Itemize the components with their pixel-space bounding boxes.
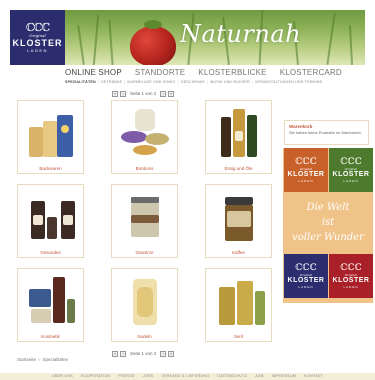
footer-jobs[interactable]: JOBS — [143, 373, 154, 380]
promo-slogan: Die Welt ist voller Wunder — [292, 202, 364, 243]
nav-klostercard[interactable]: KLOSTERCARD — [280, 68, 342, 80]
breadcrumb-home[interactable]: Startseite — [17, 357, 36, 362]
essig-image — [211, 105, 267, 161]
kloster-logo-navy: ℂℂℂ Original KLOSTER LADEN — [284, 254, 328, 298]
subnav-musik[interactable]: MUSIK UND BÜCHER — [210, 80, 250, 88]
product-label: Kaffee — [232, 250, 245, 255]
logo-name: KLOSTER — [12, 38, 63, 48]
kloster-logo-red: ℂℂℂ Original KLOSTER LADEN — [329, 254, 373, 298]
strawberry-image — [130, 20, 176, 65]
pager-bottom: « ‹ Seite 1 von 2 › » — [112, 350, 175, 357]
subnav-veranstaltungen[interactable]: VERANSTALTUNGEN UND TERMINE — [255, 80, 322, 88]
footer-kooperation[interactable]: KOOPERATION — [81, 373, 110, 380]
product-label: Senf — [233, 334, 244, 339]
product-card-kaffee[interactable]: Kaffee — [205, 184, 272, 258]
nav-klosterblicke[interactable]: KLOSTERBLICKE — [198, 68, 266, 80]
pager-prev-button[interactable]: ‹ — [120, 90, 126, 97]
breadcrumb: Startseite» Spezialitäten — [17, 357, 69, 362]
product-card-essig[interactable]: Essig und Öle — [205, 100, 272, 174]
pager-last-button[interactable]: » — [168, 350, 175, 357]
product-label: Gesundes — [40, 250, 61, 255]
product-card-gesundes[interactable]: Gesundes — [17, 184, 84, 258]
gewuerze-image — [117, 189, 173, 245]
promo-banner[interactable]: ℂℂℂ Original KLOSTER LADEN ℂℂℂ Original … — [283, 148, 373, 303]
footer-kontakt[interactable]: KONTAKT — [304, 373, 323, 380]
kloster-logo[interactable]: ℂℂℂ Original KLOSTER LADEN — [10, 10, 65, 65]
senf-image — [211, 273, 267, 329]
footer-datenschutz[interactable]: DATENSCHUTZ — [217, 373, 247, 380]
subnav-marmelade[interactable]: MARMELADE UND HONIG — [127, 80, 175, 88]
product-label: Gewürze — [135, 250, 154, 255]
product-label: Backwaren — [39, 166, 62, 171]
backwaren-image — [23, 105, 79, 161]
logo-mark: ℂℂℂ — [25, 21, 50, 34]
footer-versand[interactable]: VERSAND & LIEFERUNG — [161, 373, 209, 380]
pager-top: « ‹ Seite 1 von 2 › » — [112, 90, 175, 97]
product-card-gewuerze[interactable]: Gewürze — [111, 184, 178, 258]
footer-agb[interactable]: AGB — [255, 373, 264, 380]
pager-next-button[interactable]: › — [160, 90, 167, 97]
main-navigation: ONLINE SHOP STANDORTE KLOSTERBLICKE KLOS… — [65, 68, 375, 80]
product-card-nudeln[interactable]: Nudeln — [111, 268, 178, 342]
pager-first-button[interactable]: « — [112, 350, 118, 357]
pager-text: Seite 1 von 2 — [130, 91, 157, 96]
kloster-logo-green: ℂℂℂ Original KLOSTER LADEN — [329, 148, 373, 192]
kaffee-image — [211, 189, 267, 245]
kloster-logo-orange: ℂℂℂ Original KLOSTER LADEN — [284, 148, 328, 192]
sub-navigation: SPEZIALITÄTEN | GETRÄNKE | MARMELADE UND H… — [65, 80, 375, 88]
footer-presse[interactable]: PRESSE — [118, 373, 134, 380]
pager-text: Seite 1 von 2 — [130, 351, 157, 356]
pager-last-button[interactable]: » — [168, 90, 175, 97]
pager-first-button[interactable]: « — [112, 90, 118, 97]
subnav-geschenke[interactable]: GESCHENKE — [181, 80, 205, 88]
product-card-bonbons[interactable]: Bonbons — [111, 100, 178, 174]
cart-box: Warenkorb Sie haben keine Produkte im Wa… — [284, 120, 369, 145]
logo-sub: LADEN — [27, 48, 48, 53]
nav-standorte[interactable]: STANDORTE — [135, 68, 185, 80]
product-card-kosmetik[interactable]: Kosmetik — [17, 268, 84, 342]
subnav-spezialitaeten[interactable]: SPEZIALITÄTEN — [65, 80, 96, 88]
footer-impressum[interactable]: IMPRESSUM — [272, 373, 296, 380]
product-label: Nudeln — [137, 334, 152, 339]
nav-online-shop[interactable]: ONLINE SHOP — [65, 68, 122, 80]
breadcrumb-current: Spezialitäten — [42, 357, 69, 362]
footer-ueber-uns[interactable]: ÜBER UNS — [52, 373, 73, 380]
pager-prev-button[interactable]: ‹ — [120, 350, 126, 357]
hero-title: Naturnah — [180, 20, 302, 48]
product-card-senf[interactable]: Senf — [205, 268, 272, 342]
kosmetik-image — [23, 273, 79, 329]
product-label: Kosmetik — [41, 334, 60, 339]
cart-empty-text: Sie haben keine Produkte im Warenkorb. — [289, 130, 362, 135]
nudeln-image — [117, 273, 173, 329]
footer-links: ÜBER UNS KOOPERATION PRESSE JOBS VERSAND… — [0, 373, 375, 380]
product-card-backwaren[interactable]: Backwaren — [17, 100, 84, 174]
subnav-getraenke[interactable]: GETRÄNKE — [101, 80, 122, 88]
gesundes-image — [23, 189, 79, 245]
product-grid: Backwaren Bonbons Essig und Öle Gesundes — [17, 100, 272, 343]
cart-title[interactable]: Warenkorb — [285, 121, 368, 130]
pager-next-button[interactable]: › — [160, 350, 167, 357]
product-label: Essig und Öle — [224, 166, 253, 171]
bonbons-image — [117, 105, 173, 161]
header-banner: ℂℂℂ Original KLOSTER LADEN Naturnah — [10, 10, 365, 65]
product-label: Bonbons — [135, 166, 154, 171]
